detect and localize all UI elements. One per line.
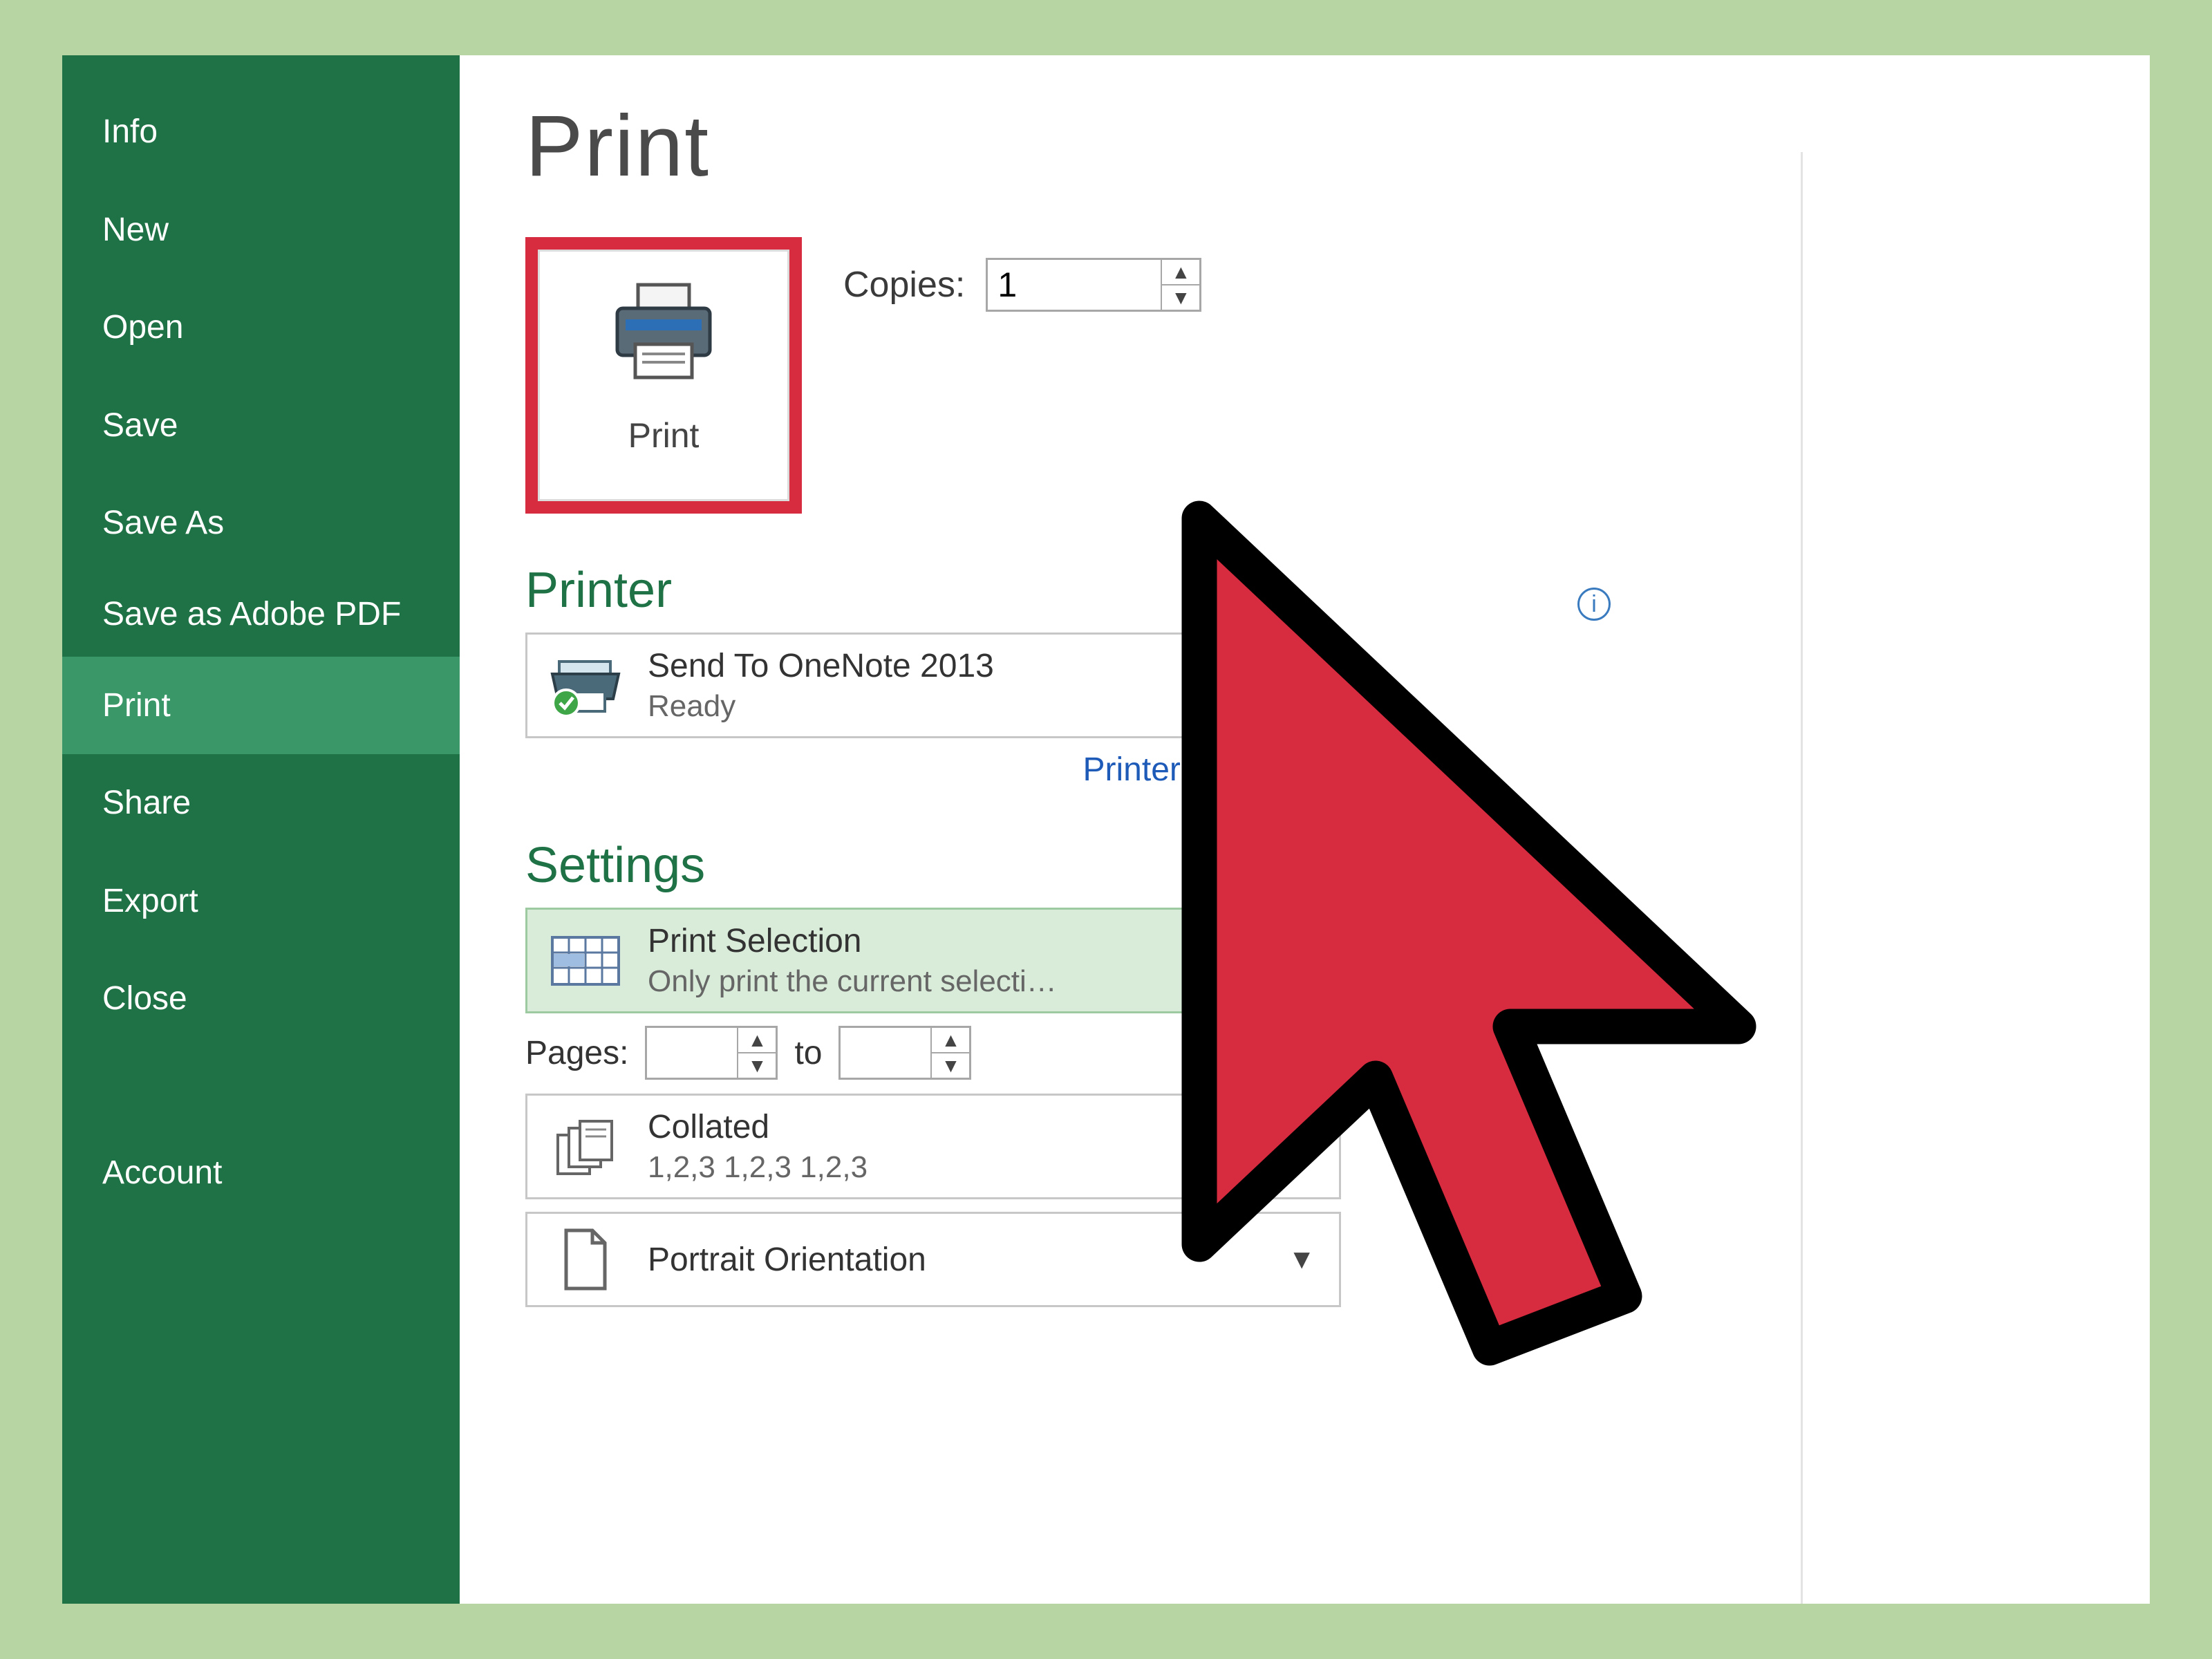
pages-label: Pages: — [525, 1034, 628, 1072]
file-menu-sidebar: Info New Open Save Save As Save as Adobe… — [62, 55, 460, 1604]
printer-select-dropdown[interactable]: Send To OneNote 2013 Ready ▼ — [525, 632, 1341, 738]
copies-input[interactable] — [988, 260, 1161, 310]
collation-dropdown[interactable]: Collated 1,2,3 1,2,3 1,2,3 ▼ — [525, 1094, 1341, 1199]
sidebar-item-print[interactable]: Print — [62, 657, 460, 755]
sidebar-item-open[interactable]: Open — [62, 279, 460, 377]
backstage-view: Info New Open Save Save As Save as Adobe… — [62, 55, 2150, 1604]
sidebar-item-save[interactable]: Save — [62, 377, 460, 475]
sidebar-item-save-as-adobe-pdf[interactable]: Save as Adobe PDF — [62, 572, 460, 657]
sheet-grid-icon — [544, 936, 627, 986]
orientation-line1: Portrait Orientation — [648, 1241, 1267, 1279]
print-button-label: Print — [628, 415, 700, 456]
printer-status: Ready — [648, 689, 1267, 724]
sidebar-item-info[interactable]: Info — [62, 83, 460, 181]
chevron-down-icon: ▼ — [1288, 1131, 1315, 1162]
sidebar-item-new[interactable]: New — [62, 181, 460, 279]
print-panel: Print Print Copies: — [460, 55, 2150, 1604]
sidebar-item-share[interactable]: Share — [62, 754, 460, 852]
printer-properties-link[interactable]: Printer Properties — [525, 751, 1341, 789]
copies-spinner[interactable]: ▲ ▼ — [986, 258, 1201, 312]
collated-pages-icon — [544, 1116, 627, 1178]
copies-spinner-up-icon[interactable]: ▲ — [1162, 260, 1199, 285]
settings-section-header: Settings — [525, 837, 2101, 894]
sidebar-item-close[interactable]: Close — [62, 950, 460, 1048]
printer-ready-icon — [544, 655, 627, 717]
spinner-up-icon[interactable]: ▲ — [738, 1028, 776, 1053]
pages-from-spinner[interactable]: ▲ ▼ — [645, 1026, 778, 1080]
print-what-line1: Print Selection — [648, 922, 1267, 960]
collation-line2: 1,2,3 1,2,3 1,2,3 — [648, 1150, 1267, 1185]
orientation-dropdown[interactable]: Portrait Orientation ▼ — [525, 1212, 1341, 1307]
collation-line1: Collated — [648, 1108, 1267, 1146]
printer-icon — [605, 281, 722, 388]
printer-info-icon[interactable]: i — [1577, 588, 1611, 621]
chevron-down-icon: ▼ — [1288, 670, 1315, 701]
print-what-dropdown[interactable]: Print Selection Only print the current s… — [525, 908, 1341, 1013]
page-title: Print — [525, 97, 2101, 196]
chevron-down-icon: ▼ — [1288, 1244, 1315, 1275]
spinner-up-icon[interactable]: ▲ — [932, 1028, 969, 1053]
printer-section-header: Printer — [525, 562, 2101, 619]
spinner-down-icon[interactable]: ▼ — [738, 1053, 776, 1078]
copies-spinner-down-icon[interactable]: ▼ — [1162, 285, 1199, 310]
pages-to-spinner[interactable]: ▲ ▼ — [838, 1026, 971, 1080]
sidebar-item-account[interactable]: Account — [62, 1124, 460, 1222]
sidebar-item-export[interactable]: Export — [62, 852, 460, 950]
sidebar-divider — [62, 1048, 460, 1124]
pages-range-row: Pages: ▲ ▼ to ▲ ▼ — [525, 1026, 2101, 1080]
portrait-page-icon — [544, 1226, 627, 1293]
spinner-down-icon[interactable]: ▼ — [932, 1053, 969, 1078]
copies-label: Copies: — [843, 264, 965, 306]
chevron-down-icon: ▼ — [1288, 945, 1315, 976]
panel-divider — [1801, 152, 1803, 1604]
print-what-line2: Only print the current selecti… — [648, 964, 1267, 999]
pages-to-label: to — [794, 1034, 822, 1072]
print-button[interactable]: Print — [525, 237, 802, 514]
sidebar-item-save-as[interactable]: Save As — [62, 474, 460, 572]
pages-to-input[interactable] — [841, 1028, 930, 1078]
pages-from-input[interactable] — [647, 1028, 737, 1078]
printer-name: Send To OneNote 2013 — [648, 647, 1267, 685]
